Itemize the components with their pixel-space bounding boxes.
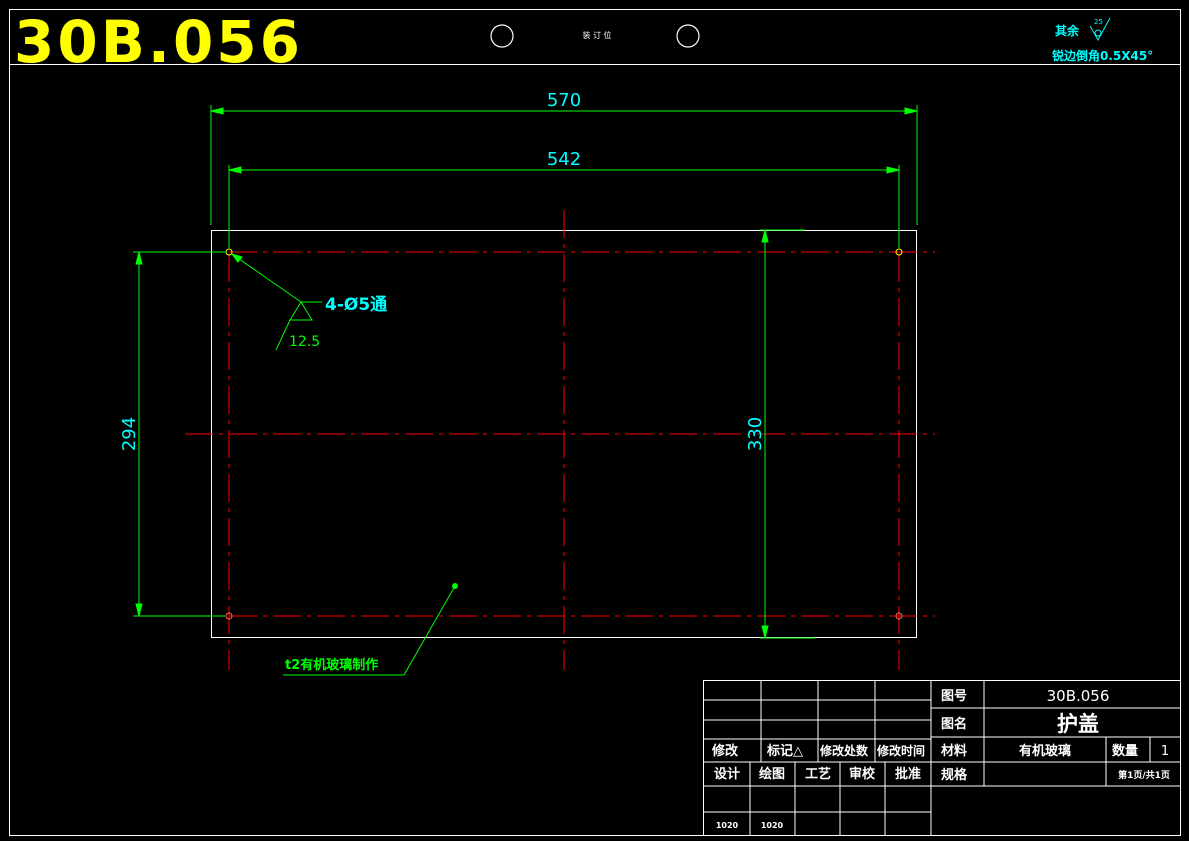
qty-label: 数量 <box>1112 743 1138 759</box>
drawing-code-large: 30B.056 <box>14 8 303 76</box>
edge-note: 锐边倒角0.5X45° <box>1052 48 1153 63</box>
sheet-count: 第1页/共1页 <box>1118 769 1170 781</box>
drawing-no-label: 图号 <box>941 689 967 704</box>
binding-label: 装 订 位 <box>582 30 611 40</box>
rev-header-count: 修改处数 <box>819 743 869 758</box>
roughness-label: 其余 <box>1055 23 1080 38</box>
centerlines <box>185 210 935 670</box>
qty-value: 1 <box>1161 744 1169 759</box>
rev-header-mark: 标记△ <box>766 743 803 759</box>
signoff-review: 审校 <box>849 766 876 782</box>
material-note: t2有机玻璃制作 <box>285 657 378 673</box>
name-label: 图名 <box>941 716 967 732</box>
signoff-design: 设计 <box>714 766 740 782</box>
roughness-value: 25 <box>1094 18 1103 26</box>
drawing-no: 30B.056 <box>1047 687 1110 705</box>
spec-label: 规格 <box>941 767 968 783</box>
draw-value: 1020 <box>761 821 784 830</box>
material-label: 材料 <box>941 743 967 759</box>
dim-overall-width-text: 570 <box>547 90 581 111</box>
dim-hole-spacing-x-text: 542 <box>547 149 581 170</box>
signoff-process: 工艺 <box>805 766 831 782</box>
roughness-circle-icon <box>1094 29 1102 37</box>
dim-overall-height-text: 330 <box>745 417 766 451</box>
part-name: 护盖 <box>1057 712 1099 736</box>
material-value: 有机玻璃 <box>1019 743 1071 759</box>
hole-callout: 4-Ø5通 <box>325 295 387 315</box>
signoff-approve: 批准 <box>895 766 921 782</box>
rev-header-time: 修改时间 <box>876 743 925 758</box>
binding-hole-left <box>490 24 514 48</box>
design-value: 1020 <box>716 821 739 830</box>
hole-roughness: 12.5 <box>289 334 320 350</box>
cad-drawing: 30B.056 装 订 位 其余 25 锐边倒角0.5X45° 570 542 … <box>9 8 1181 836</box>
sheet-border <box>9 9 1181 836</box>
signoff-draw: 绘图 <box>759 766 785 782</box>
dim-hole-spacing-y-text: 294 <box>119 417 140 451</box>
rev-header-modify: 修改 <box>711 743 739 759</box>
binding-hole-right <box>676 24 700 48</box>
